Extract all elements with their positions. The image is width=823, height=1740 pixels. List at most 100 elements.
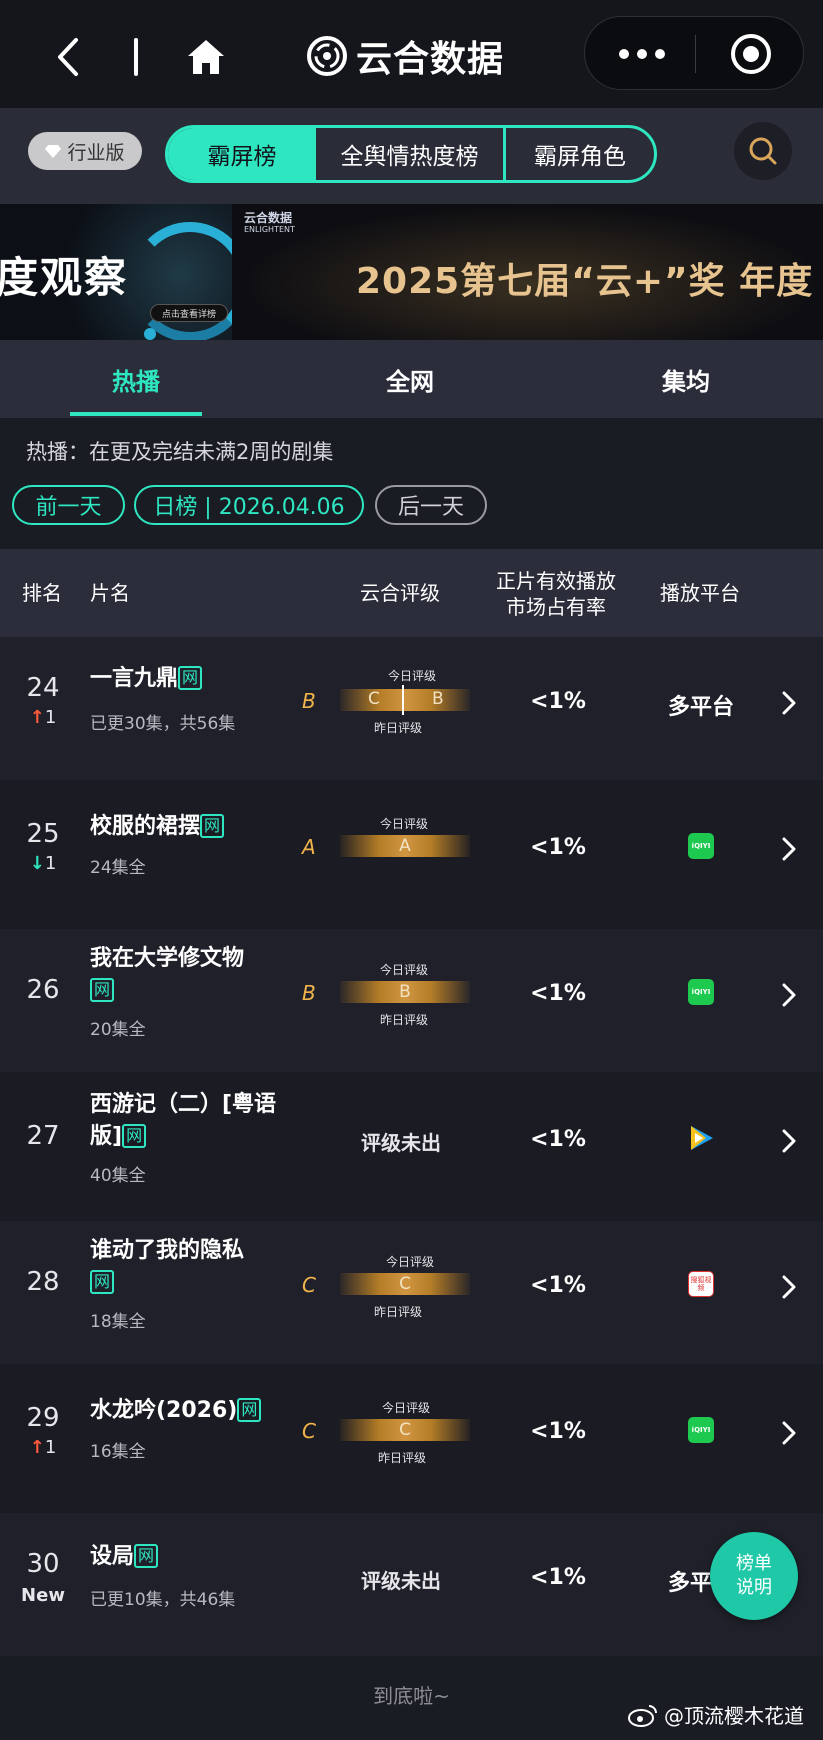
- industry-edition-badge[interactable]: 行业版: [28, 132, 142, 170]
- banner-dot: [144, 328, 156, 340]
- today-grade: C: [399, 1274, 411, 1294]
- rank-change: ↑1: [29, 1437, 57, 1458]
- badge-label: 行业版: [67, 141, 125, 164]
- diamond-icon: [45, 144, 62, 158]
- grade-letter: A: [302, 835, 316, 859]
- drama-title: 我在大学修文物网: [90, 943, 290, 1007]
- next-day-button[interactable]: 后一天: [375, 485, 487, 525]
- episode-count: 18集全: [90, 1312, 146, 1332]
- today-grade: C: [399, 1420, 411, 1440]
- today-grade-label: 今日评级: [382, 1401, 431, 1415]
- yesterday-grade-label: 昨日评级: [374, 721, 423, 735]
- drama-title: 设局网: [90, 1541, 290, 1573]
- search-button[interactable]: [734, 122, 792, 180]
- sub-tabs: 热播 全网 集均: [0, 340, 823, 418]
- drama-title: 校服的裙摆网: [90, 811, 290, 843]
- table-row[interactable]: 26 我在大学修文物网 20集全 B 今日评级 B 昨日评级 <1% iQIYI: [0, 929, 823, 1072]
- web-drama-tag: 网: [134, 1544, 159, 1568]
- miniprogram-capsule: [584, 16, 804, 90]
- chevron-right-icon[interactable]: [782, 1129, 796, 1153]
- col-platform: 播放平台: [660, 581, 740, 605]
- table-row[interactable]: 25 ↓1 校服的裙摆网 24集全 A 今日评级 A <1% iQIYI: [0, 783, 823, 926]
- search-icon: [749, 137, 777, 165]
- col-title: 片名: [90, 581, 130, 605]
- brand-title: 云合数据: [356, 39, 505, 80]
- episode-count: 20集全: [90, 1020, 146, 1040]
- ranking-explanation-button[interactable]: 榜单 说明: [710, 1532, 798, 1620]
- web-drama-tag: 网: [178, 666, 203, 690]
- rank-change: ↓1: [29, 853, 57, 874]
- chevron-right-icon[interactable]: [782, 691, 796, 715]
- col-share-line1: 正片有效播放: [496, 569, 616, 593]
- grade-bar: C: [340, 1273, 470, 1295]
- today-grade-label: 今日评级: [380, 963, 429, 977]
- table-header: 排名 片名 云合评级 正片有效播放 市场占有率 播放平台: [0, 549, 823, 637]
- chevron-right-icon[interactable]: [782, 983, 796, 1007]
- today-grade-label: 今日评级: [380, 817, 429, 831]
- today-grade-label: 今日评级: [388, 669, 437, 683]
- up-arrow-icon: ↑: [29, 707, 45, 728]
- today-grade-label: 今日评级: [386, 1255, 435, 1269]
- yesterday-grade: C: [368, 689, 380, 709]
- table-row[interactable]: 28 谁动了我的隐私网 18集全 C 今日评级 C 昨日评级 <1% 搜狐视频: [0, 1221, 823, 1364]
- table-row[interactable]: 30 New 设局网 已更10集，共46集 评级未出 <1% 多平台: [0, 1513, 823, 1656]
- grade-letter: C: [302, 1419, 316, 1443]
- episode-count: 已更10集，共46集: [90, 1590, 236, 1610]
- web-drama-tag: 网: [200, 814, 225, 838]
- rank-number: 26: [26, 975, 60, 1005]
- back-icon[interactable]: [52, 36, 86, 78]
- episode-count: 24集全: [90, 858, 146, 878]
- rank-change: ↑1: [29, 707, 57, 728]
- tab-public-opinion[interactable]: 全舆情热度榜: [316, 128, 506, 180]
- table-row[interactable]: 24 ↑1 一言九鼎网 已更30集，共56集 B 今日评级 C B 昨日评级 <…: [0, 637, 823, 780]
- chevron-right-icon[interactable]: [782, 1275, 796, 1299]
- rank-number: 24: [26, 673, 60, 703]
- tab-screen-roles[interactable]: 霸屏角色: [506, 128, 654, 180]
- table-row[interactable]: 27 西游记（二）[粤语版] 网 40集全 评级未出 <1%: [0, 1075, 823, 1218]
- tab-screen-ranking[interactable]: 霸屏榜: [168, 128, 316, 180]
- grade-marker: [402, 685, 404, 715]
- date-selector[interactable]: 日榜 | 2026.04.06: [134, 485, 364, 525]
- prev-day-button[interactable]: 前一天: [12, 485, 125, 525]
- sohu-video-icon: 搜狐视频: [688, 1271, 714, 1297]
- episode-count: 16集全: [90, 1442, 146, 1462]
- home-icon[interactable]: [186, 38, 226, 76]
- market-share: <1%: [530, 1419, 586, 1444]
- today-grade: B: [432, 689, 444, 709]
- down-arrow-icon: ↓: [29, 853, 45, 874]
- web-drama-tag: 网: [237, 1398, 262, 1422]
- table-row[interactable]: 29 ↑1 水龙吟(2026) 网 16集全 C 今日评级 C 昨日评级 <1% …: [0, 1367, 823, 1510]
- weibo-watermark: @顶流樱木花道: [628, 1700, 804, 1729]
- chevron-right-icon[interactable]: [782, 837, 796, 861]
- rank-number: 28: [26, 1267, 60, 1297]
- episode-count: 40集全: [90, 1166, 146, 1186]
- iqiyi-icon: iQIYI: [688, 979, 714, 1005]
- drama-title: 西游记（二）[粤语版] 网: [90, 1092, 277, 1149]
- ranking-tabbar: 行业版 霸屏榜 全舆情热度榜 霸屏角色: [0, 108, 823, 204]
- platform-text: 多平台: [668, 695, 735, 720]
- rank-number: 30: [26, 1549, 60, 1579]
- banner-slide-left: 度观察 点击查看详榜: [0, 204, 250, 340]
- yunhe-logo-icon: [307, 36, 347, 76]
- promo-banner[interactable]: 度观察 点击查看详榜 云合数据 ENLIGHTENT 2025第七届“云+”奖 年…: [0, 204, 823, 340]
- grade-letter: C: [302, 1273, 316, 1297]
- chevron-right-icon[interactable]: [782, 1421, 796, 1445]
- web-drama-tag: 网: [122, 1124, 147, 1148]
- grade-pending: 评级未出: [361, 1569, 441, 1593]
- list-description: 热播：在更及完结未满2周的剧集: [26, 440, 334, 464]
- iqiyi-icon: iQIYI: [688, 833, 714, 859]
- tab-all-network[interactable]: 全网: [386, 362, 434, 397]
- col-share-line2: 市场占有率: [506, 595, 606, 619]
- tab-per-episode[interactable]: 集均: [662, 362, 710, 397]
- weibo-handle: @顶流樱木花道: [664, 1704, 804, 1728]
- grade-letter: B: [302, 689, 316, 713]
- yesterday-grade-label: 昨日评级: [380, 1013, 429, 1027]
- iqiyi-icon: iQIYI: [688, 1417, 714, 1443]
- tab-hot[interactable]: 热播: [112, 362, 160, 397]
- col-rank: 排名: [22, 581, 62, 605]
- banner-view-button[interactable]: 点击查看详榜: [150, 304, 228, 322]
- more-icon[interactable]: [619, 49, 665, 59]
- close-miniprogram-icon[interactable]: [731, 34, 771, 74]
- grade-pending: 评级未出: [361, 1131, 441, 1155]
- market-share: <1%: [530, 1565, 586, 1590]
